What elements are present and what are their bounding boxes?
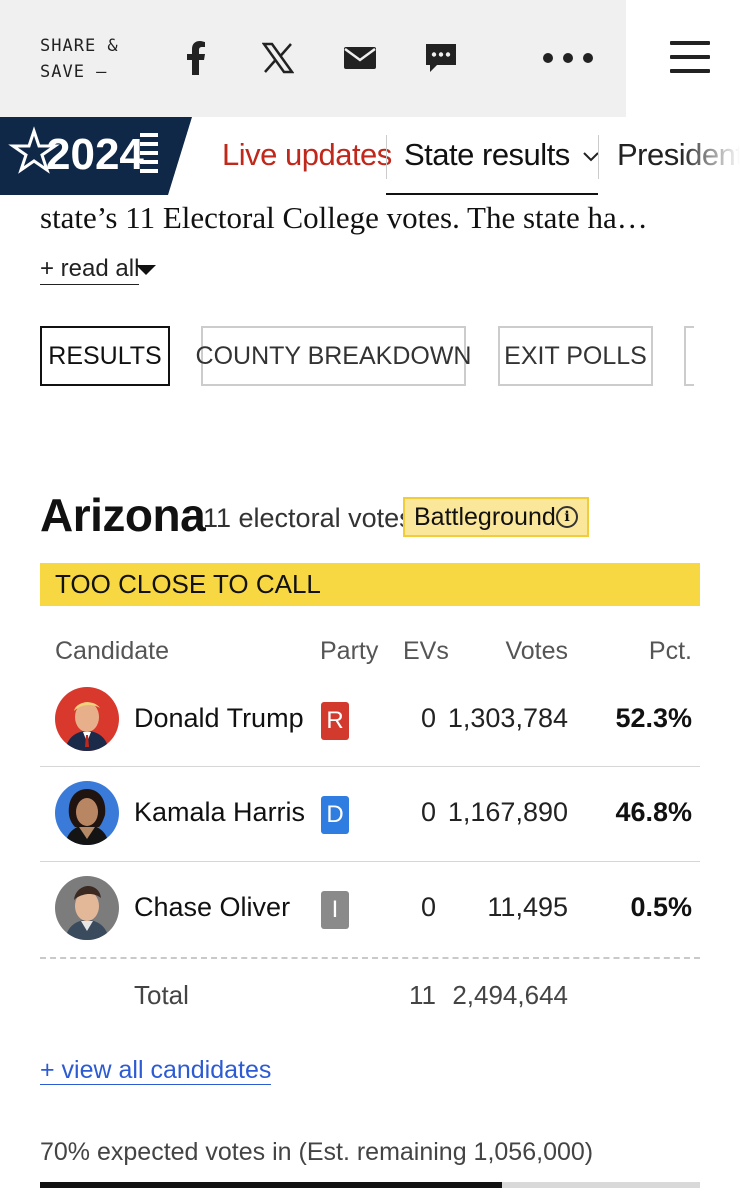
nav-state-results-label: State results bbox=[404, 137, 570, 172]
table-row: Donald Trump R 0 1,303,784 52.3% bbox=[40, 674, 700, 768]
party-badge-r: R bbox=[321, 702, 349, 740]
table-row: Kamala Harris D 0 1,167,890 46.8% bbox=[40, 768, 700, 862]
table-row: Chase Oliver I 0 11,495 0.5% bbox=[40, 863, 700, 957]
avatar-harris bbox=[55, 781, 119, 845]
intro-text: state’s 11 Electoral College votes. The … bbox=[40, 200, 648, 235]
party-badge-i: I bbox=[321, 891, 349, 929]
race-status-bar: TOO CLOSE TO CALL bbox=[40, 563, 700, 606]
active-nav-underline bbox=[386, 193, 598, 195]
candidate-name[interactable]: Chase Oliver bbox=[134, 892, 290, 923]
expected-votes-progress bbox=[40, 1182, 700, 1188]
share-save-label[interactable]: SHARE & SAVE — bbox=[40, 33, 150, 85]
cell-votes: 1,167,890 bbox=[447, 797, 568, 827]
electoral-votes: 11 electoral votes bbox=[203, 503, 413, 533]
expected-votes-text: 70% expected votes in (Est. remaining 1,… bbox=[40, 1138, 594, 1166]
nav-live-updates[interactable]: Live updates bbox=[222, 137, 392, 173]
battleground-badge[interactable]: Battleground i bbox=[403, 497, 589, 537]
comment-icon[interactable] bbox=[419, 36, 463, 80]
candidate-name[interactable]: Kamala Harris bbox=[134, 797, 305, 828]
facebook-icon[interactable] bbox=[174, 36, 218, 80]
caret-down-icon bbox=[136, 265, 156, 275]
state-title: Arizona bbox=[40, 489, 206, 541]
cell-votes: 1,303,784 bbox=[447, 703, 568, 733]
logo-text: 2024 bbox=[46, 130, 144, 179]
party-badge-d: D bbox=[321, 796, 349, 834]
more-icon[interactable] bbox=[540, 36, 596, 80]
total-votes: 2,494,644 bbox=[452, 980, 568, 1010]
nav-divider bbox=[386, 135, 387, 179]
col-votes: Votes bbox=[505, 637, 568, 665]
election-nav: 2024 Live updates State results Presiden… bbox=[0, 117, 740, 195]
tab-county-breakdown[interactable]: COUNTY BREAKDOWN bbox=[196, 326, 471, 386]
total-divider bbox=[40, 957, 700, 959]
col-candidate: Candidate bbox=[55, 637, 169, 665]
info-icon[interactable]: i bbox=[556, 506, 578, 528]
battleground-label: Battleground bbox=[414, 502, 556, 531]
col-pct: Pct. bbox=[648, 637, 692, 665]
row-divider bbox=[40, 861, 700, 862]
col-party: Party bbox=[320, 637, 379, 665]
cell-pct: 46.8% bbox=[615, 797, 692, 827]
read-all-label: + read all bbox=[40, 255, 140, 285]
nav-fade bbox=[680, 117, 740, 195]
cell-evs: 0 bbox=[420, 892, 436, 922]
avatar-oliver bbox=[55, 876, 119, 940]
cell-votes: 11,495 bbox=[487, 892, 568, 922]
avatar-trump bbox=[55, 687, 119, 751]
row-divider bbox=[40, 766, 700, 767]
view-all-candidates-link[interactable]: + view all candidates bbox=[40, 1056, 272, 1085]
cell-pct: 0.5% bbox=[630, 892, 692, 922]
nav-state-results[interactable]: State results bbox=[404, 137, 600, 173]
election-2024-logo[interactable]: 2024 bbox=[0, 117, 192, 195]
read-all-link[interactable]: + read all bbox=[40, 255, 156, 285]
tab-exit-polls[interactable]: EXIT POLLS bbox=[498, 326, 653, 386]
tabs-fade bbox=[694, 320, 740, 392]
tab-results[interactable]: RESULTS bbox=[40, 326, 170, 386]
nav-divider bbox=[598, 135, 599, 179]
candidate-name[interactable]: Donald Trump bbox=[134, 703, 304, 734]
total-evs: 11 bbox=[409, 980, 436, 1010]
cell-evs: 0 bbox=[420, 703, 436, 733]
expected-votes-progress-fill bbox=[40, 1182, 502, 1188]
cell-evs: 0 bbox=[420, 797, 436, 827]
cell-pct: 52.3% bbox=[615, 703, 692, 733]
x-icon[interactable] bbox=[256, 36, 300, 80]
mail-icon[interactable] bbox=[338, 36, 382, 80]
menu-icon[interactable] bbox=[670, 41, 710, 73]
total-label: Total bbox=[134, 980, 189, 1010]
